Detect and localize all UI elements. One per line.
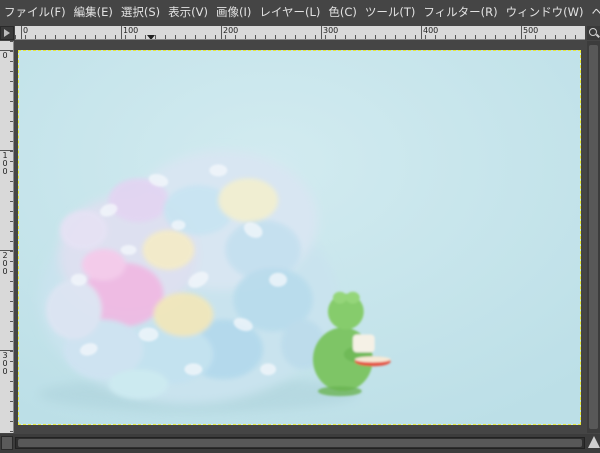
menu-layer[interactable]: レイヤー(L) [255,0,324,24]
menu-view[interactable]: 表示(V) [164,0,212,24]
ruler-label: 0 [23,26,29,35]
canvas-area[interactable] [15,41,585,433]
ruler-label: 300 [323,26,339,35]
ruler-corner-button[interactable] [0,26,14,40]
quick-mask-toggle[interactable] [1,436,13,450]
zoom-button[interactable] [587,26,600,40]
ruler-label: 0 [2,367,8,376]
ruler-label: 0 [2,51,8,60]
ruler-label: 100 [123,26,139,35]
horizontal-ruler: 0 100 200 300 400 500 [15,26,585,40]
pointer-marker [147,35,155,39]
ruler-label: 400 [423,26,439,35]
image-canvas[interactable] [18,50,581,425]
menu-file[interactable]: ファイル(F) [0,0,70,24]
vertical-scroll-thumb[interactable] [589,45,598,429]
vertical-scrollbar[interactable] [587,41,600,433]
menu-select[interactable]: 選択(S) [117,0,164,24]
menu-edit[interactable]: 編集(E) [70,0,117,24]
menu-color[interactable]: 色(C) [324,0,361,24]
horizontal-scroll-thumb[interactable] [18,439,582,447]
menu-bar: ファイル(F) 編集(E) 選択(S) 表示(V) 画像(I) レイヤー(L) 色(C) ツー… [0,0,600,24]
menu-help[interactable]: ヘルプ(H) [587,0,600,24]
ruler-label: 500 [523,26,539,35]
navigate-icon[interactable] [588,436,600,448]
bottom-bar [0,434,600,453]
menu-windows[interactable]: ウィンドウ(W) [502,0,588,24]
ruler-label: 200 [223,26,239,35]
horizontal-scrollbar[interactable] [15,437,585,449]
photo-hydrangea-frog [19,51,580,424]
menu-tools[interactable]: ツール(T) [361,0,420,24]
menu-filters[interactable]: フィルター(R) [419,0,501,24]
menu-image[interactable]: 画像(I) [212,0,255,24]
ruler-label: 0 [2,167,8,176]
triangle-right-icon [4,29,10,37]
ruler-label: 0 [2,267,8,276]
vertical-ruler: 0100200300 [0,41,14,433]
